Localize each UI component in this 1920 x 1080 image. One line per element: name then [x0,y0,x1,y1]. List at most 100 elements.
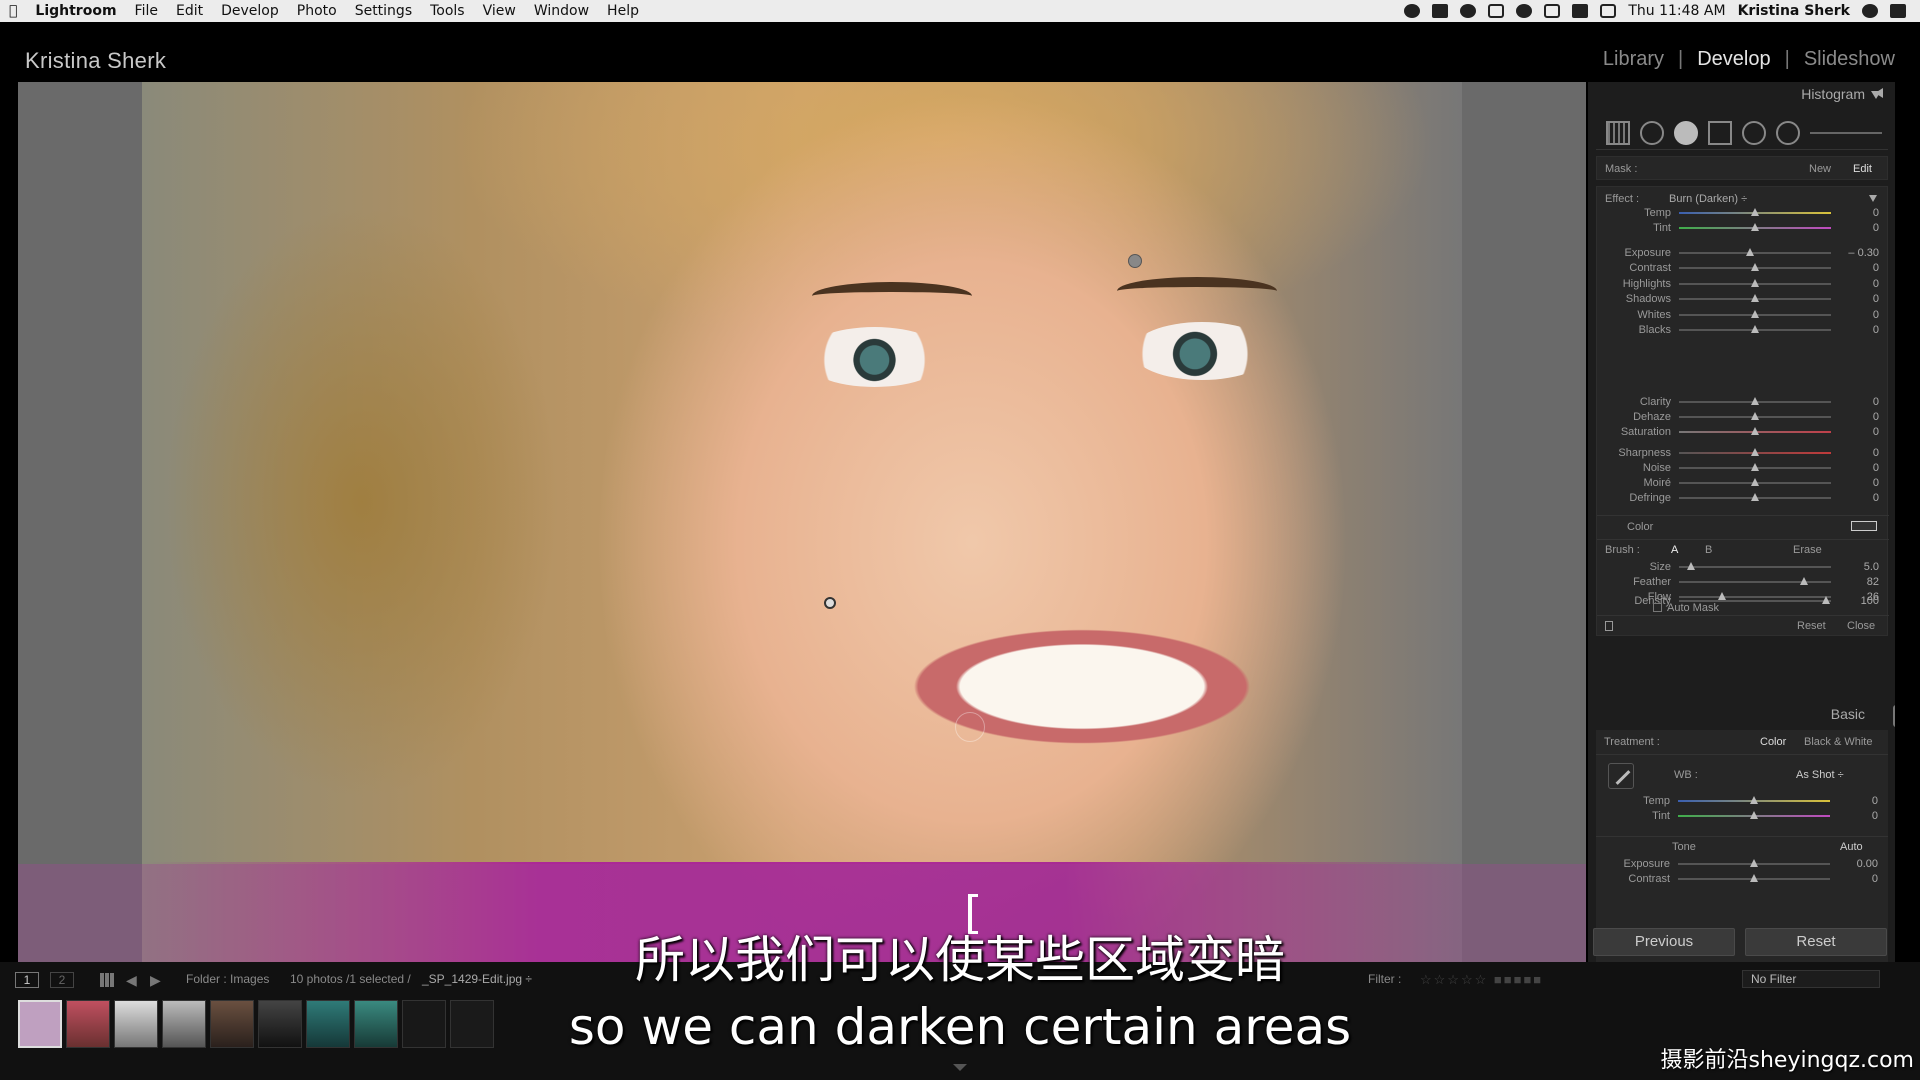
slider-thumb[interactable] [1750,796,1758,804]
slider-thumb[interactable] [1751,478,1759,486]
slider-whites[interactable]: Whites 0 [1597,307,1889,323]
slider-value[interactable]: 0 [1829,207,1879,219]
slider-value[interactable]: 0 [1828,873,1878,885]
slider-value[interactable]: – 0.30 [1829,247,1879,259]
slider-value[interactable]: 0 [1829,426,1879,438]
menubar-clock[interactable]: Thu 11:48 AM [1628,3,1725,19]
crop-tool-icon[interactable] [1606,120,1630,145]
slider-thumb[interactable] [1751,294,1759,303]
slider-thumb[interactable] [1750,874,1758,882]
wifi-icon[interactable] [1544,4,1561,18]
collapse-triangle-icon[interactable] [1871,91,1881,99]
slider-thumb[interactable] [1751,463,1759,471]
slider-thumb[interactable] [1751,448,1759,456]
slider-temp[interactable]: Temp 0 [1597,205,1889,221]
basic-panel-header[interactable]: Basic [1588,702,1895,726]
slider-moir[interactable]: Moiré 0 [1597,475,1889,491]
time-machine-icon[interactable] [1516,4,1533,18]
slider-tint[interactable]: Tint 0 [1596,808,1888,824]
status-icon-3[interactable] [1460,4,1477,18]
slider-value[interactable]: 0 [1829,477,1879,489]
volume-icon[interactable] [1600,4,1617,18]
adjustment-brush-icon[interactable] [1776,120,1800,145]
menu-app-name[interactable]: Lightroom [26,0,125,22]
status-icon-2[interactable] [1432,4,1449,18]
slider-value[interactable]: 0 [1829,324,1879,336]
color-swatch[interactable] [1851,521,1877,531]
menubar-user[interactable]: Kristina Sherk [1738,3,1850,19]
slider-clarity[interactable]: Clarity 0 [1597,394,1889,410]
effect-reset-button[interactable]: Reset [1797,620,1826,632]
slider-density[interactable]: Density 100 [1597,593,1889,609]
slider-thumb[interactable] [1751,223,1759,231]
slider-value[interactable]: 0 [1829,293,1879,305]
treatment-color-button[interactable]: Color [1760,736,1786,748]
menu-photo[interactable]: Photo [288,0,346,22]
slider-thumb[interactable] [1751,208,1759,216]
effect-preset-select[interactable]: Burn (Darken) ÷ [1669,193,1747,205]
slider-thumb[interactable] [1750,859,1758,867]
slider-highlights[interactable]: Highlights 0 [1597,276,1889,292]
slider-thumb[interactable] [1751,278,1759,287]
slider-sharpness[interactable]: Sharpness 0 [1597,445,1889,461]
slider-exposure[interactable]: Exposure 0.00 [1596,856,1888,872]
slider-thumb[interactable] [1751,397,1759,405]
mask-edit-button[interactable]: Edit [1853,163,1872,175]
airplay-icon[interactable] [1488,4,1505,18]
module-develop[interactable]: Develop [1697,48,1770,71]
brush-a-button[interactable]: A [1671,544,1678,556]
module-slideshow[interactable]: Slideshow [1804,48,1895,71]
slider-value[interactable]: 0 [1829,411,1879,423]
slider-thumb[interactable] [1751,263,1759,272]
slider-thumb[interactable] [1687,562,1696,570]
slider-thumb[interactable] [1750,811,1758,819]
slider-value[interactable]: 5.0 [1829,561,1879,573]
disclosure-triangle-icon[interactable] [1869,195,1877,202]
slider-thumb[interactable] [1799,577,1808,585]
slider-value[interactable]: 0 [1828,810,1878,822]
slider-dehaze[interactable]: Dehaze 0 [1597,409,1889,425]
slider-value[interactable]: 82 [1829,576,1879,588]
slider-value[interactable]: 100 [1829,595,1879,607]
notification-center-icon[interactable] [1890,4,1906,18]
slider-track[interactable] [1679,566,1831,568]
slider-value[interactable]: 0.00 [1828,858,1878,870]
menu-develop[interactable]: Develop [212,0,288,22]
slider-thumb[interactable] [1746,248,1755,256]
portrait-photo[interactable] [142,82,1462,962]
slider-value[interactable]: 0 [1829,396,1879,408]
battery-icon[interactable] [1572,4,1589,18]
slider-tint[interactable]: Tint 0 [1597,220,1889,236]
slider-track[interactable] [1679,252,1831,254]
brush-b-button[interactable]: B [1705,544,1712,556]
slider-value[interactable]: 0 [1829,462,1879,474]
slider-exposure[interactable]: Exposure – 0.30 [1597,245,1889,261]
tone-auto-button[interactable]: Auto [1840,841,1863,853]
status-icon-1[interactable] [1404,4,1421,18]
slider-value[interactable]: 0 [1829,447,1879,459]
spot-removal-icon[interactable] [1640,120,1664,145]
wb-select[interactable]: As Shot ÷ [1796,769,1844,781]
treatment-bw-button[interactable]: Black & White [1804,736,1872,748]
slider-thumb[interactable] [1751,309,1759,318]
slider-thumb[interactable] [1751,412,1759,420]
auto-mask-checkbox[interactable] [1653,603,1662,612]
photo-canvas[interactable] [18,82,1586,962]
menu-tools[interactable]: Tools [421,0,474,22]
slider-value[interactable]: 0 [1829,492,1879,504]
radial-filter-icon[interactable] [1742,120,1766,145]
red-eye-icon[interactable] [1674,120,1698,145]
slider-saturation[interactable]: Saturation 0 [1597,424,1889,440]
slider-temp[interactable]: Temp 0 [1596,793,1888,809]
effect-close-button[interactable]: Close [1847,620,1875,632]
histogram-header[interactable]: Histogram [1588,82,1895,106]
slider-thumb[interactable] [1751,427,1759,435]
menu-help[interactable]: Help [598,0,648,22]
slider-shadows[interactable]: Shadows 0 [1597,291,1889,307]
module-library[interactable]: Library [1603,48,1664,71]
adjustment-pin-active[interactable] [824,597,836,609]
graduated-filter-icon[interactable] [1708,120,1732,145]
slider-contrast[interactable]: Contrast 0 [1596,871,1888,887]
search-icon[interactable] [1862,4,1878,18]
adjustment-pin[interactable] [1128,254,1142,268]
